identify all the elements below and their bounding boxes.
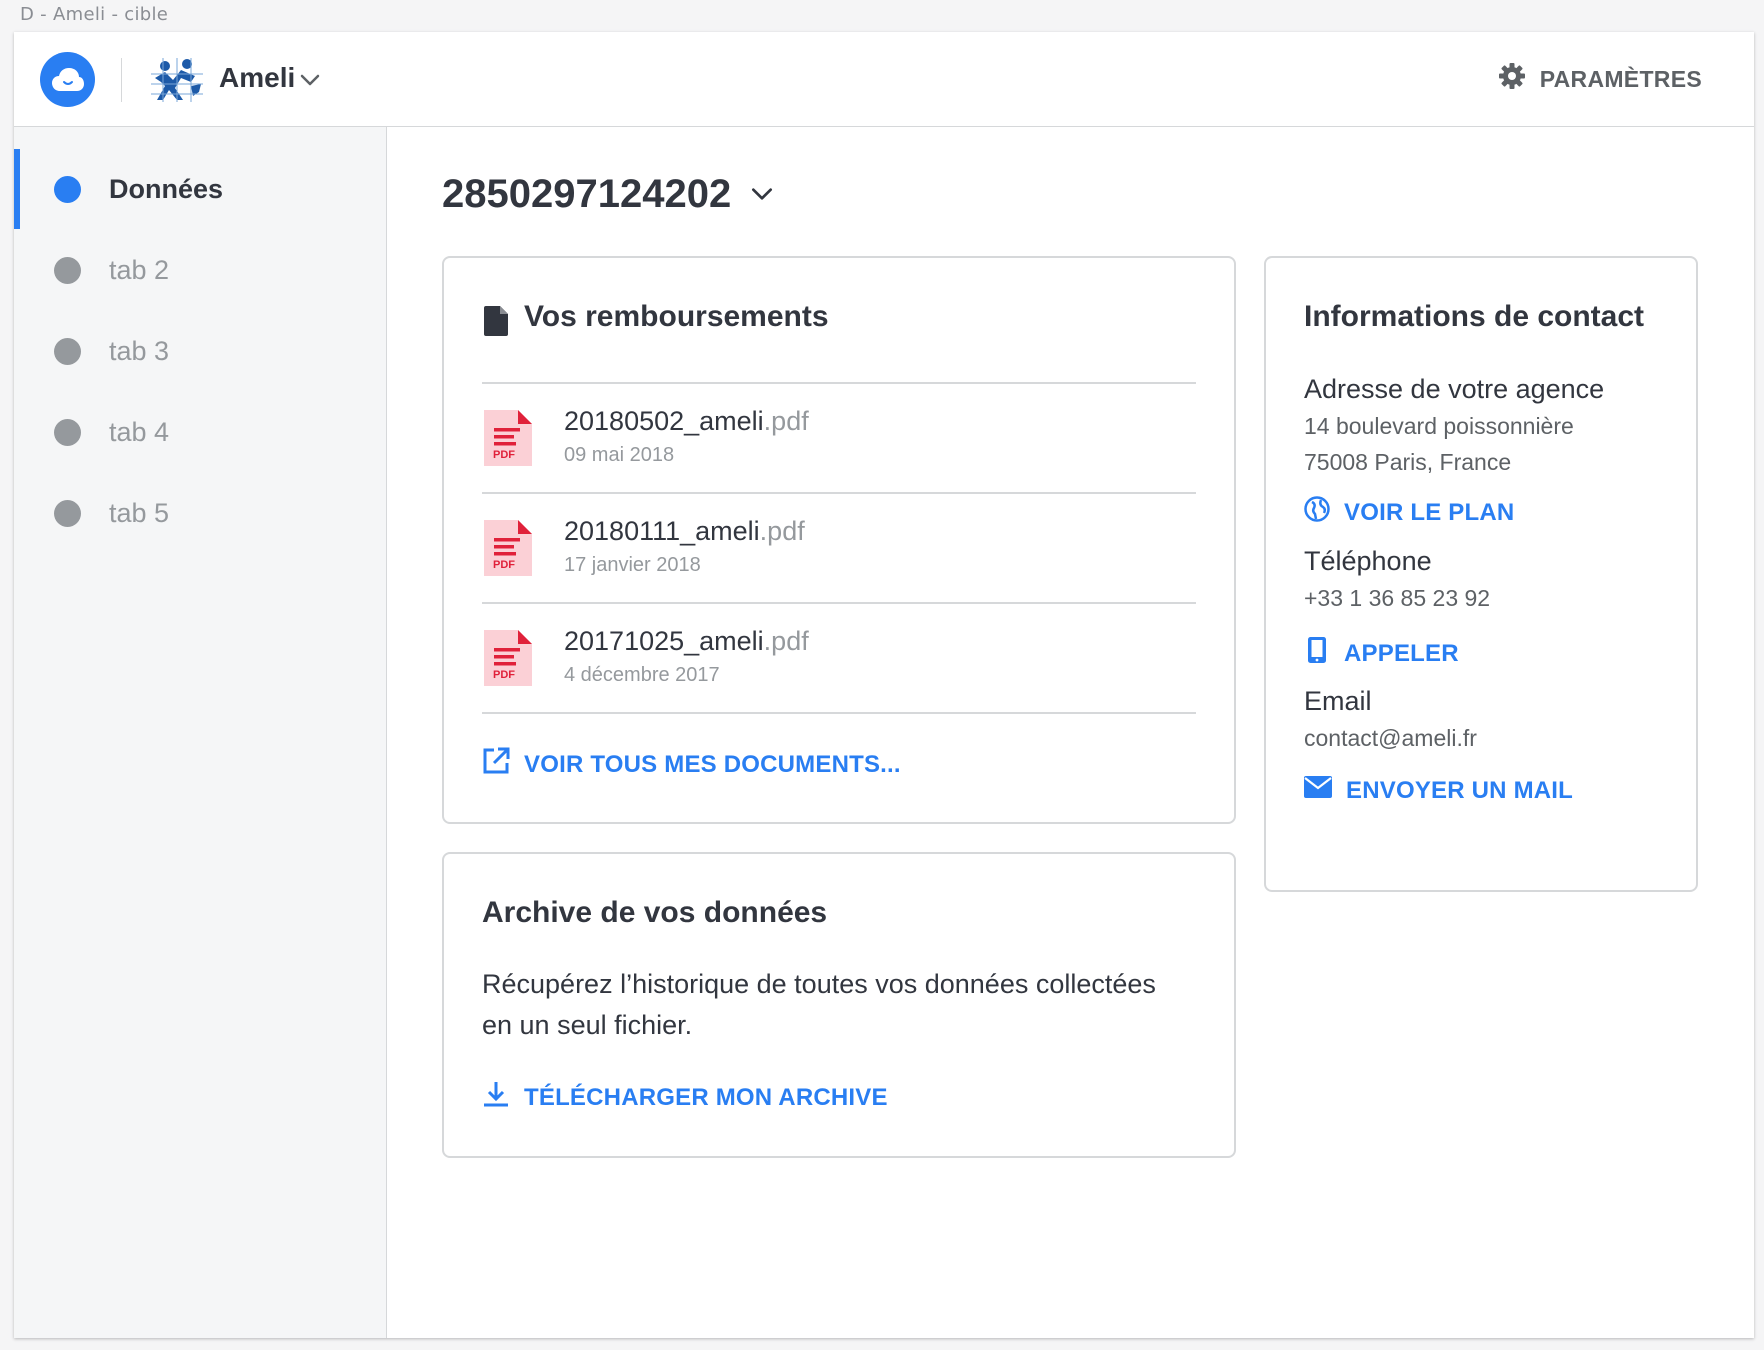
all-documents-link[interactable]: VOIR TOUS MES DOCUMENTS... [482, 747, 901, 782]
link-label: VOIR TOUS MES DOCUMENTS... [524, 750, 901, 778]
chevron-down-icon[interactable] [298, 68, 322, 92]
archive-card: Archive de vos données Récupérez l’histo… [442, 852, 1236, 1158]
email-value: contact@ameli.fr [1304, 725, 1477, 751]
call-link[interactable]: APPELER [1304, 636, 1459, 671]
file-row[interactable]: PDF 20180111_ameli.pdf 17 janvier 2018 [482, 492, 1196, 602]
address-line-2: 75008 Paris, France [1304, 449, 1512, 475]
settings-button[interactable]: PARAMÈTRES [1498, 62, 1702, 96]
window-title: D - Ameli - cible [20, 4, 169, 25]
app-name[interactable]: Ameli [219, 62, 295, 94]
settings-label: PARAMÈTRES [1539, 65, 1702, 92]
link-label: VOIR LE PLAN [1344, 498, 1515, 526]
archive-description: Récupérez l’historique de toutes vos don… [482, 969, 1156, 1040]
svg-text:PDF: PDF [493, 449, 515, 461]
gear-icon [1498, 62, 1526, 96]
sidebar-item-donnees[interactable]: Données [14, 149, 386, 229]
envelope-icon [1304, 776, 1332, 805]
header-divider [121, 58, 122, 102]
phone-icon [1304, 636, 1330, 671]
phone-label: Téléphone [1304, 546, 1432, 576]
svg-text:PDF: PDF [493, 669, 515, 681]
dot-icon [54, 418, 81, 446]
download-icon [482, 1080, 510, 1115]
chevron-down-icon [749, 172, 775, 217]
account-selector[interactable]: 2850297124202 [442, 172, 775, 217]
document-icon [484, 306, 510, 341]
sidebar-item-tab-4[interactable]: tab 4 [14, 392, 386, 472]
reimbursements-card: Vos remboursements PDF 20180502_ameli.pd… [442, 256, 1236, 824]
sidebar-item-label: tab 5 [109, 497, 170, 528]
app-window: Ameli PARAMÈTRES Données tab 2 tab 3 tab… [14, 32, 1754, 1338]
dot-icon [54, 337, 81, 365]
page-title: 2850297124202 [442, 172, 732, 216]
phone-value: +33 1 36 85 23 92 [1304, 585, 1491, 611]
address-label: Adresse de votre agence [1304, 374, 1605, 404]
send-mail-link[interactable]: ENVOYER UN MAIL [1304, 776, 1573, 805]
pdf-file-icon: PDF [484, 520, 532, 576]
email-label: Email [1304, 686, 1372, 716]
link-label: ENVOYER UN MAIL [1346, 776, 1574, 804]
card-title: Archive de vos données [482, 896, 828, 929]
file-name: 20180502_ameli.pdf [564, 406, 809, 436]
download-archive-link[interactable]: TÉLÉCHARGER MON ARCHIVE [482, 1080, 888, 1115]
sidebar-item-tab-3[interactable]: tab 3 [14, 311, 386, 391]
header: Ameli PARAMÈTRES [14, 32, 1754, 127]
cozy-cloud-logo-icon[interactable] [40, 52, 95, 107]
sidebar-item-tab-5[interactable]: tab 5 [14, 473, 386, 553]
file-row[interactable]: PDF 20180502_ameli.pdf 09 mai 2018 [482, 382, 1196, 492]
sidebar-item-label: Données [109, 173, 224, 204]
contact-card: Informations de contact Adresse de votre… [1264, 256, 1698, 892]
pdf-file-icon: PDF [484, 630, 532, 686]
file-name: 20180111_ameli.pdf [564, 516, 805, 546]
pdf-file-icon: PDF [484, 410, 532, 466]
file-date: 4 décembre 2017 [564, 664, 720, 686]
link-label: APPELER [1344, 639, 1459, 667]
external-link-icon [482, 747, 510, 782]
ameli-logo-icon [151, 58, 203, 102]
map-link[interactable]: VOIR LE PLAN [1304, 496, 1514, 529]
card-title: Informations de contact [1304, 300, 1645, 333]
sidebar-item-tab-2[interactable]: tab 2 [14, 230, 386, 310]
sidebar-item-label: tab 2 [109, 254, 170, 285]
link-label: TÉLÉCHARGER MON ARCHIVE [524, 1083, 888, 1111]
card-title: Vos remboursements [524, 300, 829, 333]
address-line-1: 14 boulevard poissonnière [1304, 413, 1574, 439]
dot-icon [54, 256, 81, 284]
file-name: 20171025_ameli.pdf [564, 626, 809, 656]
globe-icon [1304, 496, 1330, 529]
file-date: 17 janvier 2018 [564, 554, 701, 576]
sidebar-item-label: tab 4 [109, 416, 170, 447]
file-date: 09 mai 2018 [564, 444, 675, 466]
sidebar-item-label: tab 3 [109, 335, 170, 366]
svg-text:PDF: PDF [493, 559, 515, 571]
sidebar: Données tab 2 tab 3 tab 4 tab 5 [14, 127, 387, 1338]
dot-icon [54, 175, 81, 203]
dot-icon [54, 499, 81, 527]
file-row[interactable]: PDF 20171025_ameli.pdf 4 décembre 2017 [482, 602, 1196, 714]
